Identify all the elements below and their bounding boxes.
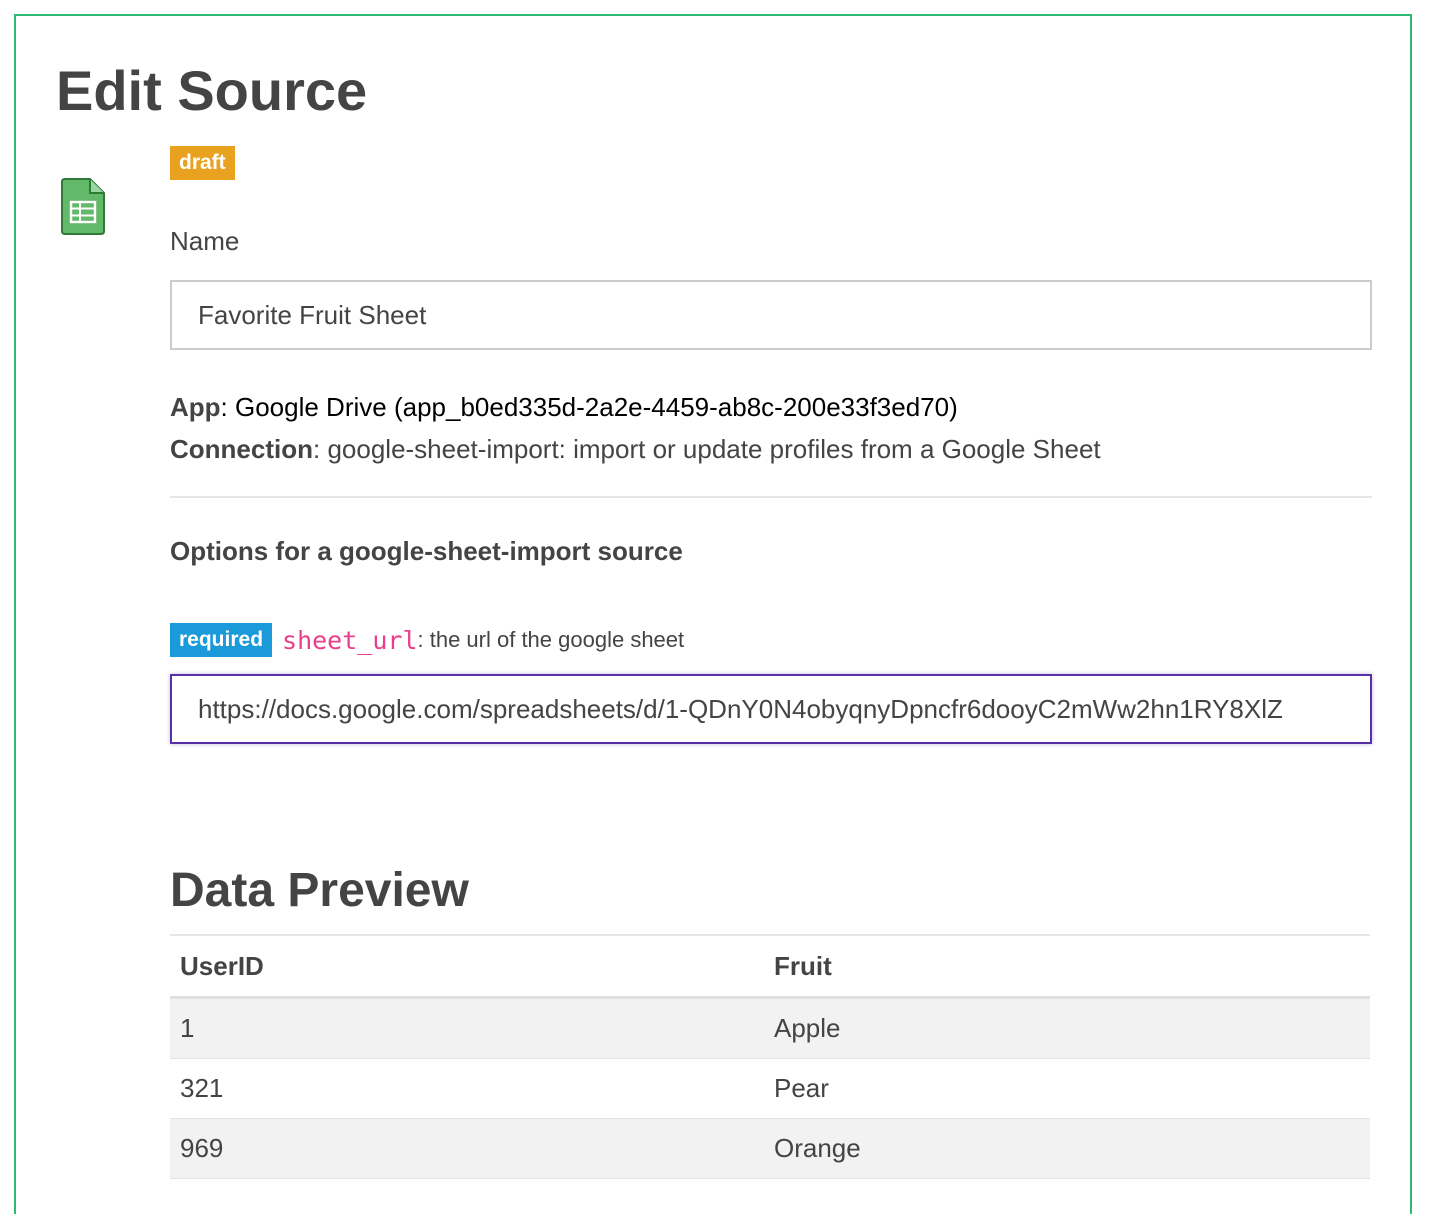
name-input[interactable] — [170, 280, 1372, 350]
column-header-userid: UserID — [170, 934, 764, 999]
google-sheets-icon — [61, 178, 105, 235]
required-badge: required — [170, 623, 273, 657]
option-key: sheet_url — [282, 625, 418, 655]
options-heading: Options for a google-sheet-import source — [170, 536, 683, 566]
table-cell-userid: 1 — [170, 997, 764, 1059]
data-preview-title: Data Preview — [170, 864, 469, 917]
option-description: : the url of the google sheet — [417, 627, 685, 652]
page-title: Edit Source — [56, 59, 368, 122]
connection-line: Connection: google-sheet-import: import … — [170, 428, 1101, 470]
table-row: 321 Pear — [170, 1058, 1370, 1119]
table-row: 969 Orange — [170, 1118, 1370, 1179]
option-sheet-url-label: required sheet_url : the url of the goog… — [170, 622, 684, 658]
table-cell-userid: 969 — [170, 1118, 764, 1179]
table-cell-userid: 321 — [170, 1058, 764, 1119]
status-badge: draft — [170, 146, 235, 180]
table-row: 1 Apple — [170, 997, 1370, 1059]
source-form: draft Name App: Google Drive (app_b0ed33… — [170, 146, 1372, 1179]
section-divider — [170, 496, 1372, 498]
data-preview-table: UserID Fruit 1 Apple 321 Pear 969 Orange — [170, 934, 1370, 1179]
table-header-row: UserID Fruit — [170, 934, 1370, 999]
connection-label: Connection — [170, 434, 313, 464]
app-label: App — [170, 392, 221, 422]
table-cell-fruit: Pear — [764, 1058, 1370, 1119]
table-cell-fruit: Apple — [764, 997, 1370, 1059]
sheet-url-input[interactable] — [170, 674, 1372, 744]
app-value: : Google Drive (app_b0ed335d-2a2e-4459-a… — [220, 392, 958, 422]
name-label: Name — [170, 226, 240, 256]
table-cell-fruit: Orange — [764, 1118, 1370, 1179]
connection-value: : google-sheet-import: import or update … — [313, 434, 1101, 464]
app-line: App: Google Drive (app_b0ed335d-2a2e-445… — [170, 386, 1101, 428]
column-header-fruit: Fruit — [764, 934, 1370, 999]
source-meta: App: Google Drive (app_b0ed335d-2a2e-445… — [170, 386, 1101, 470]
